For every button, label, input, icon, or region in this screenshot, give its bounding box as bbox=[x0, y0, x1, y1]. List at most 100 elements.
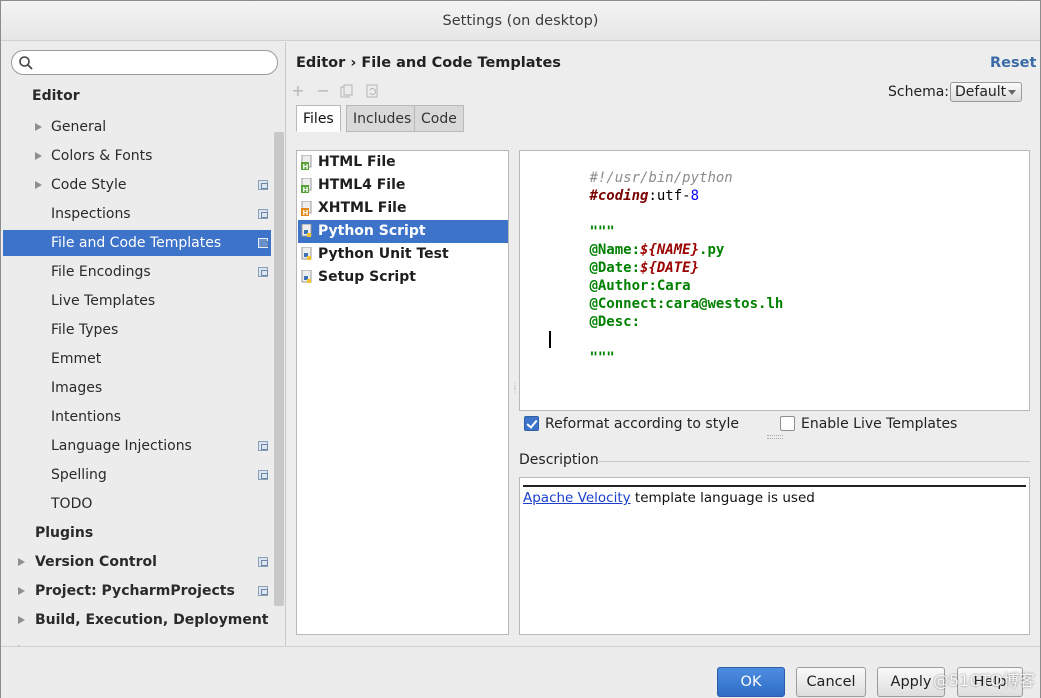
tree-item-version-control[interactable]: Version Control bbox=[3, 549, 271, 575]
tree-item-colors-fonts[interactable]: Colors & Fonts bbox=[3, 143, 271, 169]
live-templates-label: Enable Live Templates bbox=[801, 416, 958, 432]
code-number: 8 bbox=[690, 188, 700, 204]
reset-template-icon[interactable] bbox=[365, 84, 379, 98]
template-code-editor[interactable]: #!/usr/bin/python #coding:utf-8 """ @Nam… bbox=[519, 150, 1030, 411]
project-settings-icon bbox=[258, 209, 268, 219]
template-item-python-script[interactable]: Python Script bbox=[298, 220, 508, 243]
html-file-icon: H bbox=[301, 178, 312, 193]
template-label: HTML File bbox=[318, 154, 396, 170]
tree-item-label: File Types bbox=[51, 322, 119, 338]
window-title: Settings (on desktop) bbox=[1, 1, 1040, 41]
expand-arrow-icon[interactable] bbox=[18, 587, 25, 595]
tree-item-editor[interactable]: Editor bbox=[3, 83, 271, 109]
settings-content-panel: Editor › File and Code Templates Reset +… bbox=[287, 42, 1041, 646]
svg-text:H: H bbox=[303, 209, 309, 216]
tab-includes[interactable]: Includes bbox=[346, 105, 419, 132]
horizontal-splitter[interactable] bbox=[767, 435, 783, 439]
tree-item-code-style[interactable]: Code Style bbox=[3, 172, 271, 198]
python-file-icon bbox=[301, 247, 312, 260]
template-item-html4-file[interactable]: H HTML4 File bbox=[298, 174, 508, 197]
tree-item-label: TODO bbox=[51, 496, 93, 512]
add-icon[interactable]: + bbox=[291, 83, 305, 99]
code-line: """ bbox=[522, 331, 614, 366]
expand-arrow-icon[interactable] bbox=[35, 123, 42, 131]
tree-item-build-execution[interactable]: Build, Execution, Deployment bbox=[3, 607, 271, 633]
expand-arrow-icon[interactable] bbox=[35, 152, 42, 160]
project-settings-icon bbox=[258, 267, 268, 277]
tree-item-partial[interactable] bbox=[3, 636, 271, 646]
tree-item-label: Live Templates bbox=[51, 293, 156, 309]
schema-dropdown[interactable]: Default bbox=[950, 82, 1022, 102]
tree-item-images[interactable]: Images bbox=[3, 375, 271, 401]
apache-velocity-link[interactable]: Apache Velocity bbox=[523, 490, 631, 506]
tree-item-label: Build, Execution, Deployment bbox=[35, 612, 269, 628]
description-rule bbox=[523, 485, 1026, 487]
tree-item-spelling[interactable]: Spelling bbox=[3, 462, 271, 488]
svg-text:H: H bbox=[303, 186, 309, 193]
template-item-html-file[interactable]: H HTML File bbox=[298, 151, 508, 174]
settings-tree-panel: Editor General Colors & Fonts Code Style… bbox=[1, 42, 286, 646]
tree-item-file-encodings[interactable]: File Encodings bbox=[3, 259, 271, 285]
tree-item-file-code-templates[interactable]: File and Code Templates bbox=[3, 230, 271, 256]
description-separator bbox=[597, 461, 1030, 462]
tree-item-language-injections[interactable]: Language Injections bbox=[3, 433, 271, 459]
tree-item-label: File and Code Templates bbox=[51, 235, 222, 251]
reset-link[interactable]: Reset bbox=[990, 55, 1036, 71]
reformat-checkbox[interactable] bbox=[524, 416, 539, 431]
html-file-icon: H bbox=[301, 155, 312, 170]
project-settings-icon bbox=[258, 441, 268, 451]
vertical-splitter[interactable]: ⋮ ⋮ bbox=[511, 382, 519, 398]
sidebar-scrollbar[interactable] bbox=[274, 132, 284, 606]
ok-button[interactable]: OK bbox=[717, 667, 785, 697]
template-item-python-unit-test[interactable]: Python Unit Test bbox=[298, 243, 508, 266]
code-line: @Date:${DATE} bbox=[522, 241, 699, 276]
tree-item-label: Inspections bbox=[51, 206, 131, 222]
cancel-button[interactable]: Cancel bbox=[796, 667, 866, 697]
tree-item-label: Emmet bbox=[51, 351, 102, 367]
tree-item-general[interactable]: General bbox=[3, 114, 271, 140]
reformat-option[interactable]: Reformat according to style bbox=[524, 415, 739, 433]
html-file-icon: H bbox=[301, 201, 312, 216]
tab-label: Includes bbox=[353, 111, 412, 127]
tree-item-label: Project: PycharmProjects bbox=[35, 583, 235, 599]
tree-item-inspections[interactable]: Inspections bbox=[3, 201, 271, 227]
tree-item-todo[interactable]: TODO bbox=[3, 491, 271, 517]
text-cursor bbox=[549, 331, 551, 348]
template-item-xhtml-file[interactable]: H XHTML File bbox=[298, 197, 508, 220]
project-settings-icon bbox=[258, 180, 268, 190]
live-templates-checkbox[interactable] bbox=[780, 416, 795, 431]
tree-item-label: Code Style bbox=[51, 177, 127, 193]
tree-item-file-types[interactable]: File Types bbox=[3, 317, 271, 343]
tab-label: Code bbox=[421, 111, 457, 127]
tab-code[interactable]: Code bbox=[414, 105, 464, 132]
expand-arrow-icon[interactable] bbox=[35, 181, 42, 189]
code-line: #coding:utf-8 bbox=[522, 169, 699, 204]
tree-item-intentions[interactable]: Intentions bbox=[3, 404, 271, 430]
tree-item-plugins[interactable]: Plugins bbox=[3, 520, 271, 546]
tree-item-live-templates[interactable]: Live Templates bbox=[3, 288, 271, 314]
template-item-setup-script[interactable]: Setup Script bbox=[298, 266, 508, 289]
code-text: :utf- bbox=[648, 188, 691, 204]
expand-arrow-icon[interactable] bbox=[18, 558, 25, 566]
schema-value: Default bbox=[955, 84, 1007, 100]
tree-item-label: File Encodings bbox=[51, 264, 151, 280]
tab-files[interactable]: Files bbox=[296, 105, 341, 132]
live-templates-option[interactable]: Enable Live Templates bbox=[780, 415, 957, 433]
dialog-button-bar: OK Cancel Apply Help bbox=[1, 646, 1040, 698]
chevron-down-icon bbox=[1008, 90, 1016, 95]
remove-icon[interactable]: − bbox=[316, 83, 330, 99]
template-label: Setup Script bbox=[318, 269, 416, 285]
code-line: @Author:Cara bbox=[522, 259, 690, 294]
tree-item-label: Spelling bbox=[51, 467, 107, 483]
search-input[interactable] bbox=[11, 50, 278, 75]
tree-item-project[interactable]: Project: PycharmProjects bbox=[3, 578, 271, 604]
copy-icon[interactable] bbox=[340, 84, 354, 98]
tree-item-emmet[interactable]: Emmet bbox=[3, 346, 271, 372]
settings-dialog: Settings (on desktop) Editor General Col… bbox=[0, 0, 1041, 698]
expand-arrow-icon[interactable] bbox=[18, 616, 25, 624]
description-label: Description bbox=[519, 452, 599, 468]
tree-item-label: Intentions bbox=[51, 409, 122, 425]
breadcrumb: Editor › File and Code Templates bbox=[296, 55, 561, 71]
description-panel: Apache Velocity template language is use… bbox=[519, 477, 1030, 635]
